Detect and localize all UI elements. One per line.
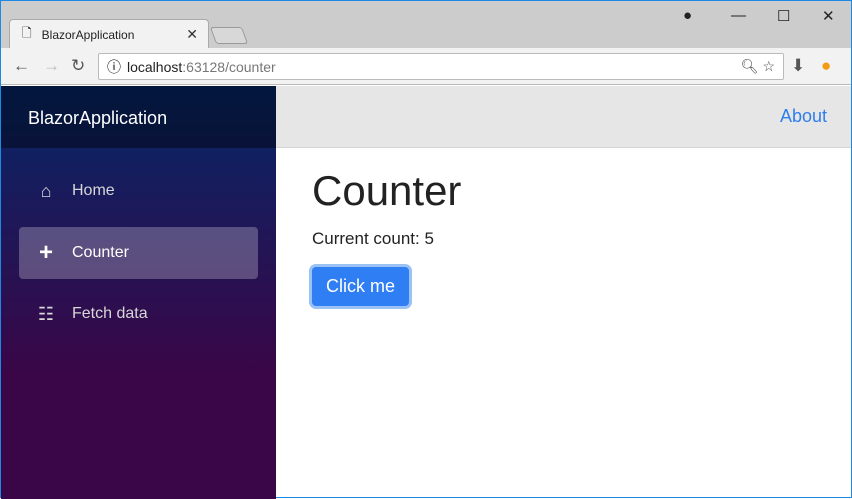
profile-icon[interactable]: ●: [683, 7, 692, 24]
close-window-button[interactable]: ✕: [822, 7, 835, 25]
plus-icon: +: [38, 239, 53, 266]
about-link[interactable]: About: [780, 106, 827, 127]
top-bar: About: [276, 86, 851, 148]
sidebar: BlazorApplication ⌂ Home + Counter ☷ Fetch …: [1, 86, 276, 499]
brand[interactable]: BlazorApplication: [1, 86, 276, 148]
nav-label: Home: [72, 182, 115, 199]
close-tab-icon[interactable]: ✕: [186, 26, 198, 43]
zoom-star-icons[interactable]: 🔍︎ ☆: [741, 58, 775, 75]
url-host: localhost: [127, 58, 183, 75]
browser-tab[interactable]: 🗋 BlazorApplication ✕: [9, 19, 209, 49]
home-icon: ⌂: [40, 180, 52, 201]
page-icon: 🗋: [22, 26, 32, 40]
reload-icon[interactable]: ↻: [71, 56, 85, 76]
page-title: Counter: [312, 167, 462, 214]
nav-label: Fetch data: [72, 305, 148, 322]
nav-label: Counter: [72, 244, 129, 261]
nav-fetch-data[interactable]: ☷ Fetch data: [19, 288, 258, 340]
new-tab-button[interactable]: [209, 27, 249, 44]
main-content: Counter Current count: 5 Click me: [312, 167, 461, 306]
nav-counter[interactable]: + Counter: [19, 227, 258, 279]
address-bar[interactable]: ⓘ localhost:63128/counter 🔍︎ ☆: [98, 53, 784, 80]
tab-title: BlazorApplication: [41, 27, 135, 42]
browser-toolbar: ← → ↻ ⓘ localhost:63128/counter 🔍︎ ☆ ⬇ ●: [1, 48, 851, 85]
back-icon[interactable]: ←: [13, 56, 30, 76]
forward-icon[interactable]: →: [43, 56, 60, 76]
download-icon[interactable]: ⬇: [791, 56, 805, 76]
click-me-button[interactable]: Click me: [312, 267, 410, 306]
title-bar: 🗋 BlazorApplication ✕ ● — ☐ ✕: [1, 1, 851, 49]
nav-home[interactable]: ⌂ Home: [19, 165, 258, 217]
maximize-button[interactable]: ☐: [777, 7, 790, 25]
current-count: Current count: 5: [312, 229, 434, 248]
list-icon: ☷: [37, 303, 55, 324]
update-icon[interactable]: ●: [821, 56, 831, 76]
url-path: :63128/counter: [182, 58, 276, 75]
info-icon[interactable]: ⓘ: [107, 57, 121, 77]
minimize-button[interactable]: —: [731, 7, 746, 24]
